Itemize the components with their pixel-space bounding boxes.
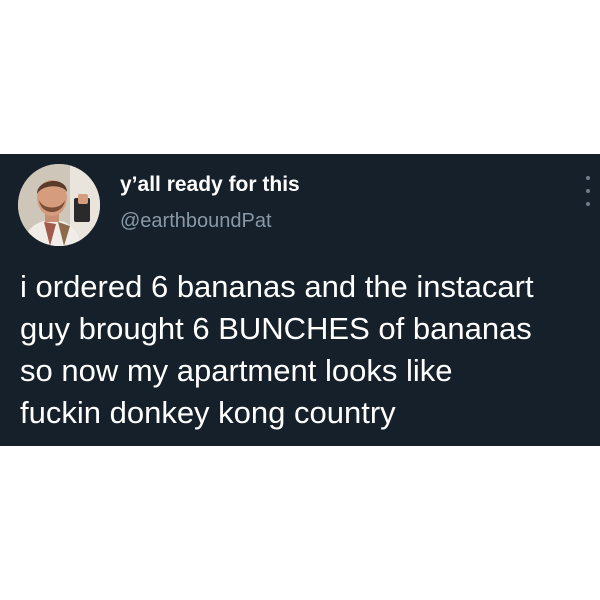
tweet-text-line: so now my apartment looks like — [20, 353, 453, 388]
dot — [586, 176, 590, 180]
dot — [586, 202, 590, 206]
tweet-text-line: i ordered 6 bananas and the instacart — [20, 269, 534, 304]
profile-photo-icon — [18, 164, 100, 246]
display-name[interactable]: y’all ready for this — [120, 172, 300, 198]
tweet-text-line: guy brought 6 BUNCHES of bananas — [20, 311, 532, 346]
tweet-text-line: fuckin donkey kong country — [20, 395, 396, 430]
vertical-ellipsis-icon[interactable] — [582, 176, 594, 206]
tweet-card: y’all ready for this @earthboundPat i or… — [0, 154, 600, 446]
dot — [586, 189, 590, 193]
tweet-text: i ordered 6 bananas and the instacart gu… — [20, 266, 590, 434]
avatar[interactable] — [18, 164, 100, 246]
user-handle[interactable]: @earthboundPat — [120, 209, 272, 233]
